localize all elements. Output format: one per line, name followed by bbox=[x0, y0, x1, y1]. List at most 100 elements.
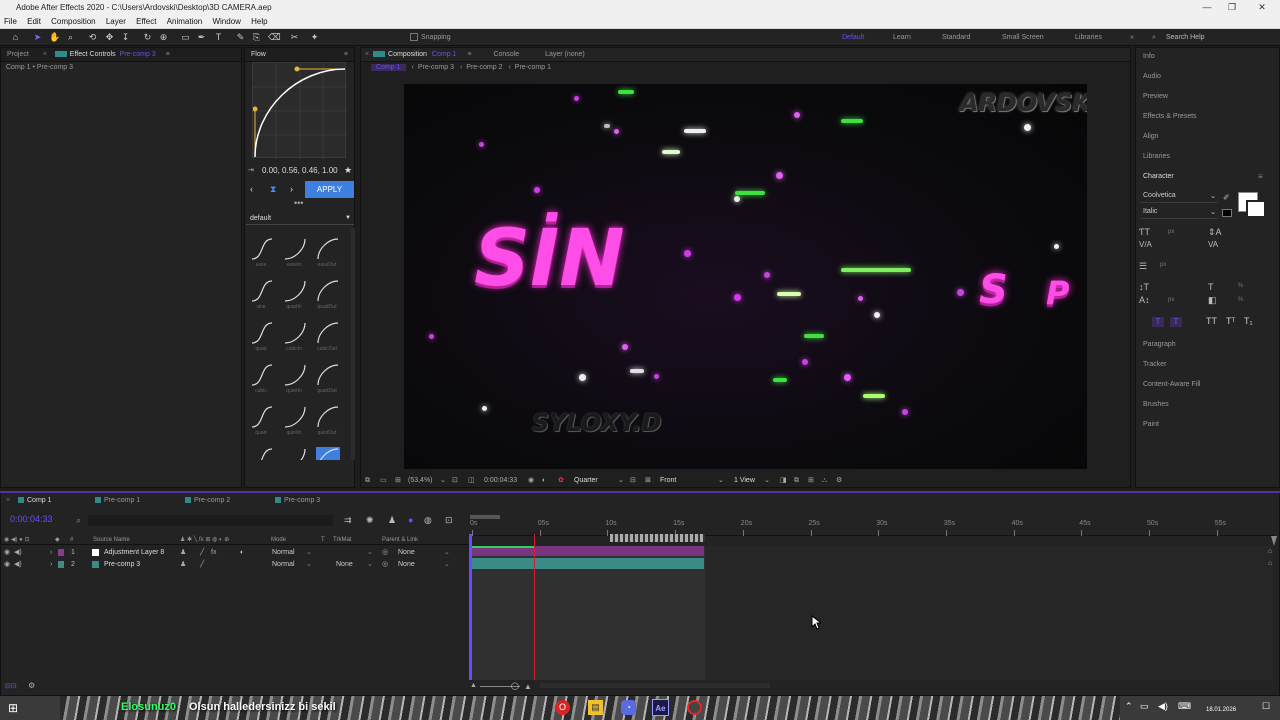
layer-name[interactable]: Adjustment Layer 8 bbox=[104, 547, 164, 558]
workspace-libraries[interactable]: Libraries bbox=[1075, 29, 1102, 46]
snapping-checkbox[interactable] bbox=[410, 33, 418, 41]
draft-3d-icon[interactable]: ✺ bbox=[366, 515, 374, 526]
subscript-icon[interactable]: T₁ bbox=[1244, 316, 1253, 326]
chevron-down-icon[interactable]: ⌄ bbox=[306, 547, 312, 558]
panel-tracker[interactable]: Tracker bbox=[1143, 361, 1166, 368]
more-icon[interactable]: ••• bbox=[294, 198, 303, 208]
hand-tool-icon[interactable]: ✋ bbox=[49, 32, 60, 43]
chevron-down-icon[interactable]: ⌄ bbox=[444, 547, 450, 558]
comp-marker-icon[interactable]: ⌂ bbox=[1268, 560, 1272, 567]
shy-switch-icon[interactable]: ♟ bbox=[180, 547, 186, 558]
label-color-swatch[interactable] bbox=[58, 549, 64, 556]
chevron-down-icon[interactable]: ⌄ bbox=[306, 559, 312, 570]
panel-align[interactable]: Align bbox=[1143, 133, 1159, 140]
timeline-scrollbar[interactable] bbox=[540, 683, 770, 688]
menu-animation[interactable]: Animation bbox=[163, 15, 207, 29]
shy-switch-icon[interactable]: ♟ bbox=[180, 559, 186, 570]
app-after-effects-icon[interactable]: Ae bbox=[652, 699, 669, 716]
fast-preview-icon[interactable]: ⧉ bbox=[794, 474, 799, 488]
close-icon[interactable]: × bbox=[6, 496, 10, 506]
preset-thumb-ease[interactable] bbox=[250, 237, 274, 261]
adjustment-switch-icon[interactable]: ◐ bbox=[240, 547, 244, 558]
panel-paint[interactable]: Paint bbox=[1143, 421, 1159, 428]
tab-precomp1[interactable]: Pre-comp 1 bbox=[95, 496, 140, 506]
toggle-pixel-icon[interactable]: ◨ bbox=[780, 474, 787, 488]
label-color-swatch[interactable] bbox=[58, 560, 64, 568]
panel-character[interactable]: Character bbox=[1143, 173, 1174, 180]
toggle-switches-icon[interactable]: ⊟⊟ bbox=[5, 682, 17, 690]
windows-start-icon[interactable]: ⊞ bbox=[8, 701, 18, 715]
zoom-slider-thumb[interactable]: ◯ bbox=[511, 682, 519, 690]
composition-viewer[interactable]: SİN S P ARDOVSKI SYLOXY.D bbox=[404, 84, 1087, 469]
chevron-down-icon[interactable]: ⌄ bbox=[764, 474, 770, 488]
layer-mode[interactable]: Normal bbox=[272, 559, 295, 570]
clone-tool-icon[interactable]: ⎘ bbox=[251, 32, 262, 43]
preset-thumb-quartIn[interactable] bbox=[283, 363, 307, 387]
graph-editor-icon[interactable]: ⊡ bbox=[445, 515, 453, 526]
quality-switch-icon[interactable]: ╱ bbox=[200, 547, 204, 558]
exposure-icon[interactable]: ⚙ bbox=[836, 474, 842, 488]
zoom-in-icon[interactable]: ▲ bbox=[524, 682, 532, 691]
flow-curve-editor[interactable] bbox=[252, 62, 347, 159]
preset-thumb-quintIn[interactable] bbox=[283, 405, 307, 429]
superscript-icon[interactable]: Tᵀ bbox=[1226, 316, 1235, 326]
frame-blending-icon[interactable]: ● bbox=[408, 515, 413, 525]
snapshot-icon[interactable]: ◉ bbox=[528, 474, 534, 488]
eye-icon[interactable]: ◉ bbox=[4, 547, 10, 558]
chevron-down-icon[interactable]: ⌄ bbox=[618, 474, 624, 488]
composition-name[interactable]: Comp 1 bbox=[429, 51, 460, 58]
preset-thumb-cubicIn[interactable] bbox=[283, 321, 307, 345]
all-caps-icon[interactable]: TT bbox=[1206, 316, 1217, 326]
app-discord-icon[interactable]: ◔ bbox=[621, 700, 636, 715]
expand-icon[interactable]: › bbox=[50, 547, 52, 558]
preset-select[interactable]: default ▼ bbox=[246, 212, 354, 225]
comp-mini-flowchart-icon[interactable]: ⇉ bbox=[344, 515, 352, 526]
panel-brushes[interactable]: Brushes bbox=[1143, 401, 1169, 408]
menu-composition[interactable]: Composition bbox=[47, 15, 99, 29]
quality-switch-icon[interactable]: ╱ bbox=[200, 559, 204, 570]
eyedropper-icon[interactable]: ✐ bbox=[1223, 193, 1230, 202]
layer-bar-precomp3[interactable] bbox=[472, 558, 704, 569]
work-area-start[interactable] bbox=[470, 515, 500, 519]
layer-row[interactable]: ◉ ◀) › 2 Pre-comp 3 ♟ ╱ Normal ⌄ None ⌄ ◎ None ⌄ bbox=[0, 559, 470, 570]
timecode-display[interactable]: 0:00:04:33 bbox=[484, 474, 517, 488]
crumb-precomp2[interactable]: Pre-comp 2 bbox=[466, 64, 502, 71]
layer-name[interactable]: Pre-comp 3 bbox=[104, 559, 140, 570]
views-select[interactable]: 1 View bbox=[734, 474, 755, 488]
pan-tool-icon[interactable]: ✥ bbox=[104, 32, 115, 43]
layer-trkmat[interactable]: None bbox=[336, 559, 353, 570]
fx-switch-icon[interactable]: fx bbox=[211, 547, 216, 558]
grid-icon[interactable]: ⊡ bbox=[452, 474, 458, 488]
tray-volume-icon[interactable]: ◀) bbox=[1158, 701, 1168, 712]
time-ruler[interactable]: 0s 05s 10s 15s 20s 25s 30s 35s 40s 45s 50s 55s bbox=[468, 520, 1274, 536]
flowchart-icon[interactable]: ⛬ bbox=[822, 474, 827, 488]
col-t[interactable]: T bbox=[321, 535, 325, 545]
hourglass-icon[interactable]: ⧗ bbox=[270, 184, 276, 195]
panel-info[interactable]: Info bbox=[1143, 53, 1155, 60]
workspace-small-screen[interactable]: Small Screen bbox=[1002, 29, 1044, 46]
tab-console[interactable]: Console bbox=[479, 51, 519, 58]
panel-content-aware-fill[interactable]: Content-Aware Fill bbox=[1143, 381, 1200, 388]
chevron-down-icon[interactable]: ⌄ bbox=[367, 559, 373, 570]
transparency-icon[interactable]: ⊠ bbox=[645, 474, 651, 488]
chevron-down-icon[interactable]: ⌄ bbox=[367, 547, 373, 558]
tab-comp1[interactable]: Comp 1 bbox=[18, 496, 52, 506]
notification-icon[interactable]: ☐ bbox=[1262, 701, 1270, 712]
app-opera-icon[interactable]: O bbox=[555, 700, 570, 715]
region-icon[interactable]: ◫ bbox=[468, 474, 475, 488]
layer-mode[interactable]: Normal bbox=[272, 547, 295, 558]
current-time-display[interactable]: 0:00:04:33 bbox=[10, 514, 53, 524]
show-snapshot-icon[interactable]: ◐ bbox=[542, 474, 546, 488]
preset-thumb-expoOut[interactable] bbox=[316, 447, 340, 460]
flow-link-icon[interactable]: ⇥ bbox=[248, 166, 254, 174]
font-style-select[interactable]: Italic ⌄ bbox=[1140, 208, 1218, 219]
mask-icon[interactable]: ⊞ bbox=[395, 474, 401, 488]
puppet-tool-icon[interactable]: ✦ bbox=[309, 32, 320, 43]
workspace-standard[interactable]: Standard bbox=[942, 29, 970, 46]
maximize-icon[interactable]: ❐ bbox=[1222, 0, 1242, 15]
layer-search-input[interactable] bbox=[88, 515, 333, 526]
type-tool-icon[interactable]: T bbox=[213, 32, 224, 43]
crumb-precomp1[interactable]: Pre-comp 1 bbox=[515, 64, 551, 71]
zoom-value[interactable]: (53,4%) bbox=[408, 474, 433, 488]
panel-audio[interactable]: Audio bbox=[1143, 73, 1161, 80]
